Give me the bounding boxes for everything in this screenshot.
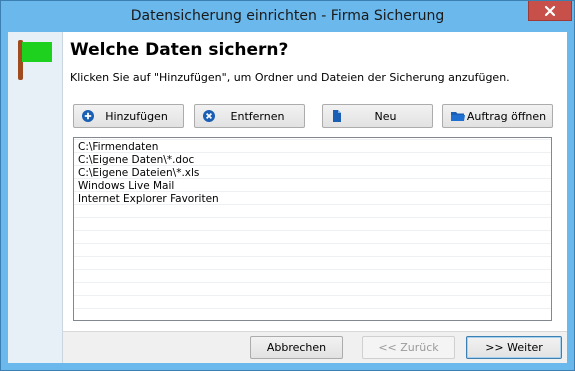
backup-items-list[interactable]: C:\Firmendaten C:\Eigene Daten\*.doc C:\…: [73, 137, 552, 321]
list-item[interactable]: C:\Eigene Daten\*.doc: [74, 154, 551, 167]
new-button-label: Neu: [374, 109, 397, 123]
close-button[interactable]: [528, 1, 572, 21]
next-button[interactable]: >> Weiter: [466, 336, 562, 359]
window-title: Datensicherung einrichten - Firma Sicher…: [130, 8, 445, 24]
wizard-side-panel: [8, 32, 63, 363]
list-item[interactable]: Internet Explorer Favoriten: [74, 193, 551, 206]
dialog-client: Welche Daten sichern? Klicken Sie auf "H…: [8, 32, 567, 363]
list-item[interactable]: Windows Live Mail: [74, 180, 551, 193]
new-button[interactable]: Neu: [322, 104, 433, 128]
back-button[interactable]: << Zurück: [362, 336, 455, 359]
title-bar[interactable]: Datensicherung einrichten - Firma Sicher…: [1, 1, 574, 32]
new-document-icon: [330, 109, 344, 123]
back-button-label: << Zurück: [378, 341, 439, 354]
cancel-button-label: Abbrechen: [266, 341, 327, 354]
open-job-button[interactable]: Auftrag öffnen: [442, 104, 553, 128]
remove-button[interactable]: Entfernen: [194, 104, 305, 128]
open-job-button-label: Auftrag öffnen: [466, 109, 547, 123]
remove-button-label: Entfernen: [230, 109, 285, 123]
instruction-text: Klicken Sie auf "Hinzufügen", um Ordner …: [70, 71, 510, 84]
cancel-button[interactable]: Abbrechen: [250, 336, 343, 359]
list-item[interactable]: C:\Firmendaten: [74, 141, 551, 154]
x-circle-icon: [202, 109, 216, 123]
next-button-label: >> Weiter: [485, 341, 543, 354]
add-button[interactable]: Hinzufügen: [73, 104, 184, 128]
plus-circle-icon: [81, 109, 95, 123]
dialog-window: Datensicherung einrichten - Firma Sicher…: [0, 0, 575, 371]
page-title: Welche Daten sichern?: [70, 40, 289, 60]
close-icon: [544, 5, 556, 17]
folder-icon: [450, 109, 465, 123]
add-button-label: Hinzufügen: [105, 109, 168, 123]
list-item[interactable]: C:\Eigene Dateien\*.xls: [74, 167, 551, 180]
green-flag-icon: [18, 40, 52, 83]
